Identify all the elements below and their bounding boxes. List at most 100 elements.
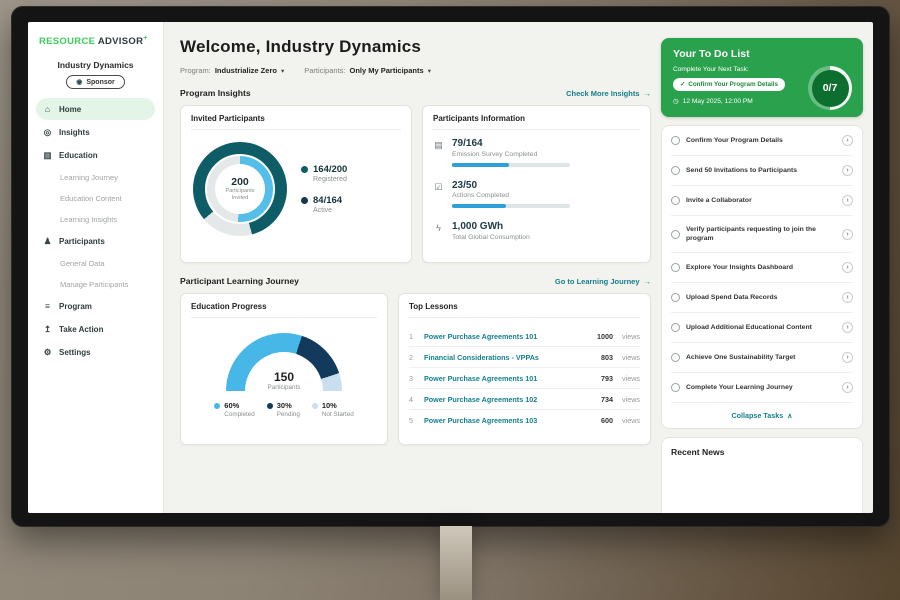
todo-task-invite-a-collaborator: Invite a Collaborator › — [671, 186, 853, 216]
chevron-right-icon[interactable]: › — [842, 292, 853, 303]
info-row-total-global-consumption: ϟ 1,000 GWh Total Global Consumption — [433, 221, 640, 241]
lesson-views-unit: views — [622, 332, 640, 341]
sidebar-item-learning-insights[interactable]: Learning Insights — [36, 209, 155, 229]
info-label: Emission Survey Completed — [452, 151, 640, 158]
legend-dot — [301, 197, 308, 204]
todo-task-achieve-one-sustainability-target: Achieve One Sustainability Target › — [671, 343, 853, 373]
learning-journey-header: Participant Learning Journey Go to Learn… — [180, 276, 651, 286]
task-label: Send 50 Invitations to Participants — [686, 166, 836, 175]
task-label: Complete Your Learning Journey — [686, 383, 836, 392]
clock-icon: ◷ — [673, 97, 679, 105]
lesson-row-power-purchase-agreements-101: 3 Power Purchase Agreements 101 793 view… — [409, 368, 640, 389]
legend-value: 60% — [224, 401, 239, 410]
lesson-title-link[interactable]: Power Purchase Agreements 103 — [424, 416, 594, 425]
sponsor-icon: ◉ — [76, 79, 82, 86]
program-icon: ≡ — [42, 302, 53, 311]
monitor-stand — [440, 526, 472, 600]
task-checkbox[interactable] — [671, 353, 680, 362]
next-task-pill[interactable]: ✓ Confirm Your Program Details — [673, 78, 785, 91]
lesson-title-link[interactable]: Power Purchase Agreements 102 — [424, 395, 594, 404]
app-logo: RESOURCE ADVISOR+ — [36, 35, 155, 47]
task-checkbox[interactable] — [671, 230, 680, 239]
lesson-views-unit: views — [622, 395, 640, 404]
task-checkbox[interactable] — [671, 196, 680, 205]
task-checkbox[interactable] — [671, 136, 680, 145]
chevron-right-icon[interactable]: › — [842, 352, 853, 363]
chevron-right-icon[interactable]: › — [842, 165, 853, 176]
lesson-views: 803 — [601, 353, 613, 362]
task-checkbox[interactable] — [671, 293, 680, 302]
legend-top: 164/200 — [301, 164, 347, 175]
sidebar-item-manage-participants[interactable]: Manage Participants — [36, 274, 155, 294]
home-icon: ⌂ — [42, 105, 53, 114]
collapse-icon: ∧ — [787, 411, 792, 420]
donut-center-label: Participants Invited — [219, 188, 261, 202]
sidebar-item-program[interactable]: ≡ Program — [36, 295, 155, 317]
participants-icon: ♟ — [42, 237, 53, 246]
task-checkbox[interactable] — [671, 166, 680, 175]
lesson-views: 600 — [601, 416, 613, 425]
lesson-views-unit: views — [622, 353, 640, 362]
sidebar-item-insights[interactable]: ◎ Insights — [36, 121, 155, 143]
task-label: Confirm Your Program Details — [686, 136, 836, 145]
chevron-right-icon[interactable]: › — [842, 262, 853, 273]
main-content: Welcome, Industry Dynamics Program: Indu… — [164, 22, 661, 513]
card-title-invited: Invited Participants — [191, 114, 401, 130]
lesson-title-link[interactable]: Financial Considerations - VPPAs — [424, 353, 594, 362]
invited-donut-center: 200 Participants Invited — [215, 164, 265, 214]
sidebar-item-education[interactable]: ▥ Education — [36, 144, 155, 166]
filter-value: Industrialize Zero — [215, 66, 277, 75]
lesson-views: 734 — [601, 395, 613, 404]
legend-label: Active — [313, 207, 347, 214]
insights-icon: ◎ — [42, 128, 53, 137]
sidebar-item-home[interactable]: ⌂ Home — [36, 98, 155, 120]
lesson-rank: 2 — [409, 353, 417, 362]
sidebar-item-label: Settings — [59, 348, 91, 357]
legend-value: 164/200 — [313, 164, 347, 175]
go-to-learning-journey-link[interactable]: Go to Learning Journey → — [555, 277, 651, 286]
gauge-clip: 150 Participants — [226, 333, 342, 391]
todo-task-explore-your-insights-dashboard: Explore Your Insights Dashboard › — [671, 253, 853, 283]
info-label: Actions Completed — [452, 192, 640, 199]
lesson-title-link[interactable]: Power Purchase Agreements 101 — [424, 374, 594, 383]
program-insights-cards: Invited Participants 200 Participants In… — [180, 105, 651, 263]
todo-task-send-50-invitations-to-participants: Send 50 Invitations to Participants › — [671, 156, 853, 186]
lesson-rank: 3 — [409, 374, 417, 383]
sidebar-item-label: Education Content — [60, 194, 122, 203]
section-title-learning-journey: Participant Learning Journey — [180, 276, 299, 286]
task-checkbox[interactable] — [671, 263, 680, 272]
todo-summary-card: Your To Do List Complete Your Next Task:… — [661, 38, 863, 117]
chevron-right-icon[interactable]: › — [842, 195, 853, 206]
todo-title: Your To Do List — [673, 48, 851, 60]
chevron-right-icon[interactable]: › — [842, 135, 853, 146]
sidebar-item-take-action[interactable]: ↥ Take Action — [36, 318, 155, 340]
task-checkbox[interactable] — [671, 323, 680, 332]
chevron-right-icon[interactable]: › — [842, 322, 853, 333]
link-label: Go to Learning Journey — [555, 277, 640, 286]
sidebar-item-learning-journey[interactable]: Learning Journey — [36, 167, 155, 187]
collapse-tasks-button[interactable]: Collapse Tasks ∧ — [671, 403, 853, 428]
sidebar-item-participants[interactable]: ♟ Participants — [36, 230, 155, 252]
legend-label: Pending — [277, 411, 300, 418]
filter-dropdown-participants[interactable]: Participants: Only My Participants ▾ — [304, 66, 431, 75]
sponsor-badge[interactable]: ◉ Sponsor — [66, 75, 125, 89]
sidebar-item-settings[interactable]: ⚙ Settings — [36, 341, 155, 363]
arrow-right-icon: → — [644, 89, 652, 98]
progress-bar-fill — [452, 204, 506, 208]
logo-advisor: ADVISOR — [98, 36, 143, 47]
collapse-label: Collapse Tasks — [731, 411, 783, 420]
todo-task-upload-spend-data-records: Upload Spend Data Records › — [671, 283, 853, 313]
gauge-legend-top: 30% — [267, 401, 300, 410]
lesson-title-link[interactable]: Power Purchase Agreements 101 — [424, 332, 590, 341]
todo-task-confirm-your-program-details: Confirm Your Program Details › — [671, 126, 853, 156]
chevron-right-icon[interactable]: › — [842, 229, 853, 240]
task-checkbox[interactable] — [671, 383, 680, 392]
recent-news-card: Recent News — [661, 437, 863, 513]
sidebar-item-label: Education — [59, 151, 98, 160]
sidebar-item-education-content[interactable]: Education Content — [36, 188, 155, 208]
sidebar-item-general-data[interactable]: General Data — [36, 253, 155, 273]
filter-dropdown-program[interactable]: Program: Industrialize Zero ▾ — [180, 66, 284, 75]
chevron-right-icon[interactable]: › — [842, 382, 853, 393]
sidebar-item-label: General Data — [60, 259, 105, 268]
check-more-insights-link[interactable]: Check More Insights → — [566, 89, 651, 98]
